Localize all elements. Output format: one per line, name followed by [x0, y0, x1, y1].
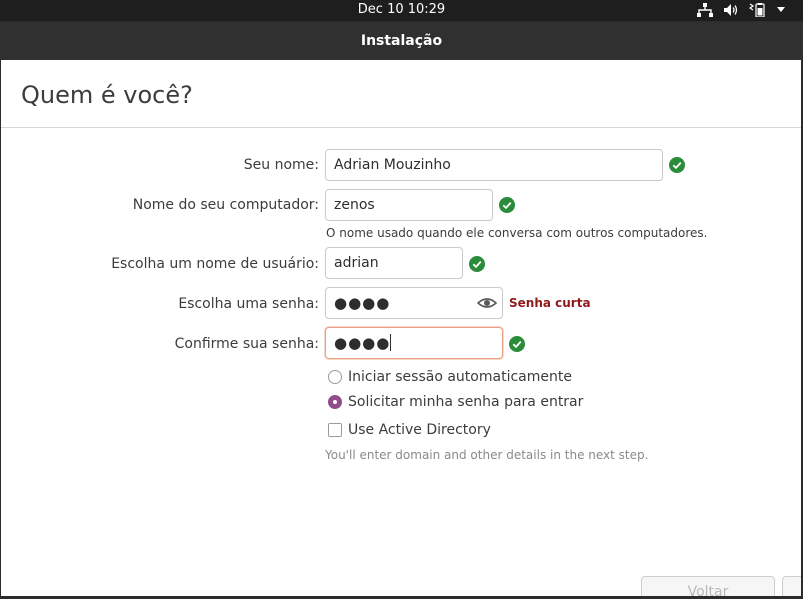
username-input[interactable]: adrian: [325, 247, 463, 279]
confirm-password-label: Confirme sua senha:: [174, 336, 319, 352]
continue-button[interactable]: [782, 576, 801, 596]
network-icon[interactable]: [697, 3, 713, 17]
system-top-bar: Dec 10 10:29: [0, 0, 803, 21]
password-label: Escolha uma senha:: [178, 296, 319, 312]
login-automatically-option[interactable]: Iniciar sessão automaticamente: [328, 369, 572, 385]
battery-icon[interactable]: [749, 3, 767, 17]
volume-icon[interactable]: [723, 3, 739, 17]
active-directory-hint: You'll enter domain and other details in…: [325, 448, 649, 462]
clock[interactable]: Dec 10 10:29: [0, 2, 803, 17]
confirm-password-input[interactable]: ●●●●: [325, 327, 503, 359]
window-title: Instalação: [360, 33, 443, 49]
confirm-password-masked-value: ●●●●: [334, 334, 391, 352]
password-masked-value: ●●●●: [334, 294, 391, 312]
computer-name-valid-check-icon: [499, 197, 515, 213]
active-directory-label[interactable]: Use Active Directory: [348, 422, 491, 438]
active-directory-checkbox[interactable]: [328, 423, 342, 437]
username-valid-check-icon: [469, 256, 485, 272]
require-password-label[interactable]: Solicitar minha senha para entrar: [348, 394, 583, 410]
name-valid-check-icon: [669, 157, 685, 173]
system-menu-arrow-icon[interactable]: [777, 7, 785, 13]
window-title-bar[interactable]: Instalação: [0, 22, 803, 60]
computer-name-hint: O nome usado quando ele conversa com out…: [326, 226, 708, 240]
system-tray[interactable]: [697, 3, 785, 17]
active-directory-option[interactable]: Use Active Directory: [328, 422, 491, 438]
text-caret: [390, 334, 392, 351]
login-automatically-label[interactable]: Iniciar sessão automaticamente: [348, 369, 572, 385]
computer-name-input[interactable]: zenos: [325, 189, 493, 221]
require-password-option[interactable]: Solicitar minha senha para entrar: [328, 394, 583, 410]
name-input[interactable]: Adrian Mouzinho: [325, 149, 663, 181]
confirm-password-valid-check-icon: [509, 336, 525, 352]
username-label: Escolha um nome de usuário:: [111, 256, 319, 272]
name-label: Seu nome:: [243, 157, 319, 173]
computer-name-label: Nome do seu computador:: [132, 197, 319, 213]
login-automatically-radio[interactable]: [328, 370, 342, 384]
installer-window: Quem é você? Seu nome: Adrian Mouzinho N…: [1, 60, 801, 596]
page-title: Quem é você?: [21, 81, 193, 109]
header-divider: [1, 127, 801, 128]
password-strength-warning: Senha curta: [509, 296, 591, 310]
require-password-radio[interactable]: [328, 395, 342, 409]
show-password-eye-icon[interactable]: [477, 296, 497, 310]
back-button[interactable]: Voltar: [641, 576, 775, 596]
